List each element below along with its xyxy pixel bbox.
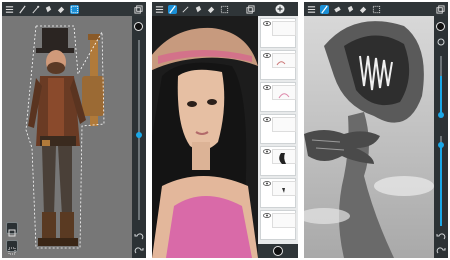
visibility-eye-icon[interactable] — [263, 117, 271, 122]
layer-thumbnail — [272, 85, 296, 100]
brush-size-slider[interactable] — [138, 40, 140, 220]
paint-bucket-icon[interactable] — [57, 5, 66, 14]
copy-button[interactable] — [6, 222, 18, 237]
layer-thumbnail — [272, 53, 296, 68]
screenshot-steampunk — [2, 2, 146, 258]
eraser-icon[interactable] — [333, 5, 342, 14]
layer-item[interactable] — [260, 210, 296, 240]
layer-thumbnail — [272, 149, 296, 164]
undo-icon[interactable] — [134, 232, 144, 242]
pink-top — [166, 196, 252, 258]
menu-icon[interactable] — [307, 5, 316, 14]
selection-tool-button[interactable] — [6, 240, 18, 255]
fill-icon[interactable] — [44, 5, 53, 14]
layers-icon[interactable] — [134, 4, 143, 14]
selection-icon[interactable] — [70, 4, 79, 14]
layer-item[interactable] — [260, 114, 296, 144]
layer-thumbnail — [272, 21, 296, 36]
selection-icon[interactable] — [372, 5, 381, 14]
layer-thumbnail — [272, 213, 296, 228]
top-toolbar — [152, 2, 258, 16]
color-picker-swatch[interactable] — [134, 22, 143, 31]
brush-size-knob[interactable] — [136, 132, 142, 138]
color-picker-swatch[interactable] — [273, 246, 283, 256]
redo-icon[interactable] — [436, 246, 446, 256]
color-picker-swatch[interactable] — [436, 22, 445, 31]
right-sidebar — [132, 16, 146, 258]
pen-icon[interactable] — [320, 4, 329, 14]
visibility-eye-icon[interactable] — [263, 21, 271, 26]
visibility-eye-icon[interactable] — [263, 53, 271, 58]
menu-icon[interactable] — [5, 5, 14, 14]
right-sidebar — [434, 16, 448, 258]
layer-item[interactable] — [260, 50, 296, 80]
screenshot-portrait — [152, 2, 298, 258]
top-toolbar — [304, 2, 448, 16]
paint-bucket-icon[interactable] — [207, 5, 216, 14]
top-hat — [42, 28, 68, 50]
layer-item[interactable] — [260, 82, 296, 112]
fill-icon[interactable] — [346, 5, 355, 14]
layer-item[interactable] — [260, 178, 296, 208]
visibility-eye-icon[interactable] — [263, 149, 271, 154]
drawing-canvas[interactable] — [2, 16, 132, 258]
visibility-eye-icon[interactable] — [263, 213, 271, 218]
add-layer-icon[interactable] — [275, 4, 285, 14]
smudge-icon[interactable] — [181, 5, 190, 14]
top-toolbar — [2, 2, 146, 16]
undo-icon[interactable] — [436, 232, 446, 242]
layer-thumbnail — [272, 117, 296, 132]
brush-size-knob[interactable] — [438, 142, 444, 148]
layers-icon[interactable] — [436, 4, 445, 14]
layer-thumbnail — [272, 181, 296, 196]
color-wheel-icon[interactable] — [437, 38, 445, 46]
menu-icon[interactable] — [155, 5, 164, 14]
pen-icon[interactable] — [31, 5, 40, 14]
fill-icon[interactable] — [194, 5, 203, 14]
layer-item[interactable] — [260, 146, 296, 176]
layers-icon[interactable] — [246, 4, 255, 14]
layer-item[interactable] — [260, 18, 296, 48]
brush-icon[interactable] — [18, 5, 27, 14]
redo-icon[interactable] — [134, 246, 144, 256]
drawing-canvas[interactable] — [152, 16, 258, 258]
visibility-eye-icon[interactable] — [263, 181, 271, 186]
drawing-canvas[interactable] — [304, 16, 434, 258]
pen-icon[interactable] — [168, 4, 177, 14]
layers-panel — [258, 2, 298, 258]
brush-opacity-knob[interactable] — [438, 112, 444, 118]
screenshot-creature — [304, 2, 448, 258]
selection-icon[interactable] — [220, 5, 229, 14]
paint-bucket-icon[interactable] — [359, 5, 368, 14]
visibility-eye-icon[interactable] — [263, 85, 271, 90]
